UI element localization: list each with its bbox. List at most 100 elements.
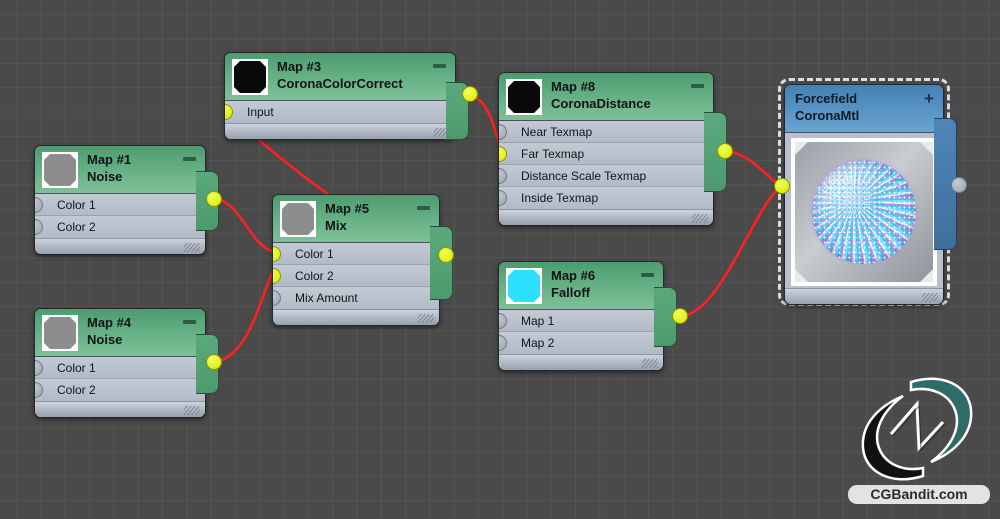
input-socket-icon[interactable]: [35, 219, 43, 235]
input-slot[interactable]: Map 2: [499, 332, 663, 354]
resize-grip-icon[interactable]: [418, 314, 434, 323]
resize-grip-icon[interactable]: [922, 293, 938, 302]
output-socket-map1[interactable]: [206, 191, 222, 207]
resize-grip-icon[interactable]: [184, 243, 200, 252]
input-slot-label: Input: [247, 105, 274, 119]
node-thumbnail[interactable]: [42, 315, 78, 351]
input-slot[interactable]: Map 1: [499, 310, 663, 332]
input-slot[interactable]: Distance Scale Texmap: [499, 165, 713, 187]
output-socket-forcefield[interactable]: [951, 177, 967, 193]
input-slot[interactable]: Color 1: [35, 194, 205, 216]
resize-grip-icon[interactable]: [184, 406, 200, 415]
node-editor-canvas[interactable]: Map #3 CoronaColorCorrect Input Map #1 N…: [0, 0, 1000, 519]
node-header[interactable]: Map #3 CoronaColorCorrect: [225, 53, 455, 101]
node-thumbnail[interactable]: [232, 59, 268, 95]
input-slot-list: Color 1 Color 2: [35, 194, 205, 238]
resize-grip-icon[interactable]: [642, 359, 658, 368]
input-slot[interactable]: Color 2: [35, 379, 205, 401]
node-header[interactable]: Map #8 CoronaDistance: [499, 73, 713, 121]
input-socket-forcefield[interactable]: [774, 178, 790, 194]
input-slot[interactable]: Mix Amount: [273, 287, 439, 309]
input-socket-icon[interactable]: [273, 268, 281, 284]
node-titles: Forcefield CoronaMtl: [795, 90, 917, 125]
thumb-corner-icon: [534, 81, 540, 87]
minimize-icon[interactable]: [183, 157, 196, 161]
input-slot-label: Color 2: [295, 269, 334, 283]
node-header[interactable]: Map #5 Mix: [273, 195, 439, 243]
node-forcefield[interactable]: Forcefield CoronaMtl +: [784, 84, 957, 305]
output-socket-map5[interactable]: [438, 247, 454, 263]
input-slot[interactable]: Color 2: [35, 216, 205, 238]
node-header[interactable]: Map #6 Falloff: [499, 262, 663, 310]
minimize-icon[interactable]: [417, 206, 430, 210]
input-socket-icon[interactable]: [499, 146, 507, 162]
node-map6[interactable]: Map #6 Falloff Map 1 Map 2: [498, 261, 677, 371]
output-socket-map6[interactable]: [672, 308, 688, 324]
thumb-corner-icon: [534, 270, 540, 276]
preview-corner-icon: [795, 142, 808, 155]
node-header[interactable]: Map #4 Noise: [35, 309, 205, 357]
minimize-icon[interactable]: [691, 84, 704, 88]
minimize-icon[interactable]: [183, 320, 196, 324]
thumb-corner-icon: [234, 87, 240, 93]
input-socket-icon[interactable]: [35, 197, 43, 213]
input-socket-icon[interactable]: [499, 124, 507, 140]
material-preview[interactable]: [791, 138, 937, 286]
node-type: Falloff: [551, 285, 590, 300]
input-socket-icon[interactable]: [273, 290, 281, 306]
node-body[interactable]: Map #4 Noise Color 1 Color 2: [34, 308, 206, 418]
thumb-corner-icon: [308, 229, 314, 235]
output-socket-map4[interactable]: [206, 354, 222, 370]
preview-noise-texture: [812, 160, 916, 264]
node-body[interactable]: Map #3 CoronaColorCorrect Input: [224, 52, 456, 140]
node-body[interactable]: Forcefield CoronaMtl +: [784, 84, 944, 305]
node-thumbnail[interactable]: [506, 268, 542, 304]
resize-grip-icon[interactable]: [692, 214, 708, 223]
input-slot[interactable]: Near Texmap: [499, 121, 713, 143]
input-slot[interactable]: Inside Texmap: [499, 187, 713, 209]
node-map8[interactable]: Map #8 CoronaDistance Near Texmap Far Te…: [498, 72, 727, 226]
node-name: Map #5: [325, 201, 370, 216]
node-footer: [785, 288, 943, 304]
thumb-corner-icon: [508, 81, 514, 87]
input-socket-icon[interactable]: [273, 246, 281, 262]
output-socket-map8[interactable]: [717, 143, 733, 159]
minimize-icon[interactable]: [641, 273, 654, 277]
node-map5[interactable]: Map #5 Mix Color 1 Color 2 Mix Amount: [272, 194, 453, 326]
output-tab: [430, 226, 453, 300]
plus-icon[interactable]: +: [922, 90, 936, 107]
output-socket-map3[interactable]: [462, 86, 478, 102]
input-socket-icon[interactable]: [225, 104, 233, 120]
input-socket-icon[interactable]: [499, 190, 507, 206]
node-body[interactable]: Map #5 Mix Color 1 Color 2 Mix Amount: [272, 194, 440, 326]
thumb-corner-icon: [70, 180, 76, 186]
input-slot[interactable]: Input: [225, 101, 455, 123]
node-body[interactable]: Map #6 Falloff Map 1 Map 2: [498, 261, 664, 371]
node-titles: Map #6 Falloff: [551, 267, 637, 302]
input-slot[interactable]: Color 2: [273, 265, 439, 287]
node-header[interactable]: Map #1 Noise: [35, 146, 205, 194]
node-thumbnail[interactable]: [42, 152, 78, 188]
node-map1[interactable]: Map #1 Noise Color 1 Color 2: [34, 145, 219, 255]
node-thumbnail[interactable]: [506, 79, 542, 115]
node-map4[interactable]: Map #4 Noise Color 1 Color 2: [34, 308, 219, 418]
watermark-text: CGBandit.com: [848, 485, 990, 504]
input-slot[interactable]: Far Texmap: [499, 143, 713, 165]
input-slot-list: Color 1 Color 2: [35, 357, 205, 401]
minimize-icon[interactable]: [433, 64, 446, 68]
node-map3[interactable]: Map #3 CoronaColorCorrect Input: [224, 52, 469, 140]
thumb-corner-icon: [70, 154, 76, 160]
node-header[interactable]: Forcefield CoronaMtl +: [785, 85, 943, 133]
input-socket-icon[interactable]: [499, 313, 507, 329]
input-slot-label: Map 2: [521, 336, 555, 350]
node-footer: [35, 401, 205, 417]
input-socket-icon[interactable]: [499, 335, 507, 351]
node-thumbnail[interactable]: [280, 201, 316, 237]
node-body[interactable]: Map #1 Noise Color 1 Color 2: [34, 145, 206, 255]
input-slot[interactable]: Color 1: [273, 243, 439, 265]
node-body[interactable]: Map #8 CoronaDistance Near Texmap Far Te…: [498, 72, 714, 226]
input-socket-icon[interactable]: [35, 360, 43, 376]
input-slot[interactable]: Color 1: [35, 357, 205, 379]
input-socket-icon[interactable]: [35, 382, 43, 398]
input-socket-icon[interactable]: [499, 168, 507, 184]
